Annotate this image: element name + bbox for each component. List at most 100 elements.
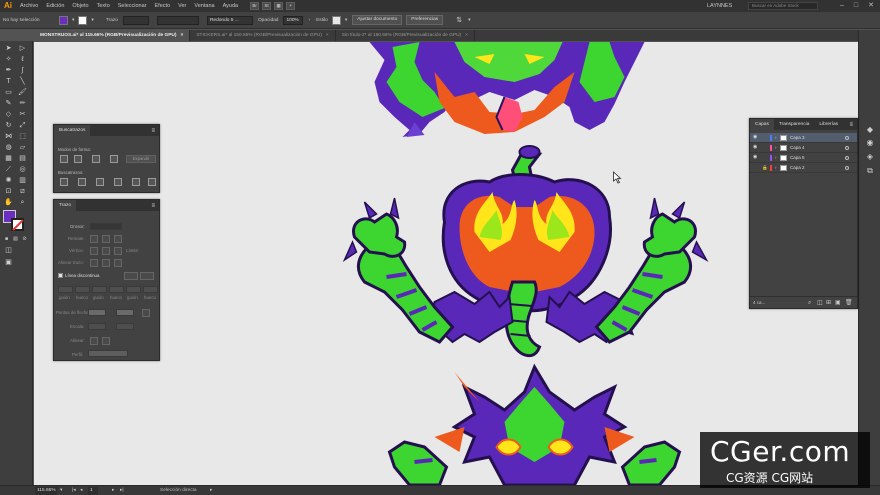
variable-width-field[interactable]	[156, 15, 199, 25]
artboard-icon[interactable]: ⊡	[4, 187, 13, 196]
end-arrowhead-field[interactable]	[116, 309, 134, 316]
arrow-tip-icon[interactable]	[90, 337, 98, 345]
layer-row[interactable]: ◉ › Capa 4	[750, 143, 857, 153]
artboard-number-field[interactable]: 1	[88, 487, 98, 495]
free-transform-icon[interactable]: ⬚	[18, 132, 27, 141]
stroke-weight-field[interactable]	[122, 15, 149, 25]
tab-trazo[interactable]: Trazo	[54, 200, 77, 211]
chevron-right-icon[interactable]: ›	[775, 163, 777, 173]
layer-row[interactable]: 🔒 › Capa 2	[750, 163, 857, 173]
lock-icon[interactable]: 🔒	[762, 163, 768, 173]
appearance-icon[interactable]: ◉	[865, 138, 875, 148]
menu-ayuda[interactable]: Ayuda	[219, 0, 243, 12]
expand-button[interactable]: Expandir	[126, 155, 156, 163]
layer-row[interactable]: ◉ › Capa 5	[750, 153, 857, 163]
minus-front-icon[interactable]	[74, 155, 82, 163]
locate-object-icon[interactable]: ⌕	[808, 297, 811, 309]
round-join-icon[interactable]	[102, 247, 110, 255]
align-inside-icon[interactable]	[102, 259, 110, 267]
minus-back-icon[interactable]	[148, 178, 156, 186]
chevron-down-icon[interactable]: ▾	[69, 18, 77, 23]
layer-name[interactable]: Capa 3	[790, 133, 805, 143]
curvature-icon[interactable]: ∫	[18, 66, 27, 75]
pencil-icon[interactable]: ✏	[18, 99, 27, 108]
document-setup-button[interactable]: Ajustar documento	[352, 15, 403, 25]
symbol-sprayer-icon[interactable]: ✺	[4, 176, 13, 185]
lasso-icon[interactable]: ℓ	[18, 55, 27, 64]
next-page-icon[interactable]: ▸	[112, 486, 114, 495]
slice-icon[interactable]: ⧄	[18, 187, 27, 196]
color-mode-icon[interactable]: ■	[2, 235, 11, 244]
magic-wand-icon[interactable]: ✧	[4, 55, 13, 64]
chevron-right-icon[interactable]: ›	[305, 18, 313, 23]
blend-icon[interactable]: ◎	[18, 165, 27, 174]
outline-icon[interactable]	[132, 178, 140, 186]
menu-texto[interactable]: Texto	[93, 0, 114, 12]
menu-ver[interactable]: Ver	[174, 0, 190, 12]
panel-menu-icon[interactable]: ≡	[151, 128, 159, 134]
layer-name[interactable]: Capa 4	[790, 143, 805, 153]
width-icon[interactable]: ⋈	[4, 132, 13, 141]
stroke-swatch[interactable]	[78, 15, 88, 25]
chevron-right-icon[interactable]: ›	[775, 133, 777, 143]
target-icon[interactable]	[845, 135, 849, 140]
last-page-icon[interactable]: ▸|	[120, 486, 124, 495]
tab-sin-titulo-2[interactable]: Sin título-2* al 150.58% (RGB/Previsuali…	[336, 30, 475, 41]
maximize-button[interactable]: □	[854, 0, 858, 12]
paintbrush-icon[interactable]: 🖌	[18, 88, 27, 97]
user-account[interactable]: LAYNNES	[707, 0, 732, 12]
line-icon[interactable]: ╲	[18, 77, 27, 86]
panel-menu-icon[interactable]: ≡	[849, 122, 857, 128]
mesh-icon[interactable]: ▦	[4, 154, 13, 163]
divide-icon[interactable]	[60, 178, 68, 186]
trim-icon[interactable]	[78, 178, 86, 186]
target-icon[interactable]	[845, 165, 849, 170]
screen-mode-icon[interactable]: ▣	[4, 258, 13, 267]
none-mode-icon[interactable]: ⊘	[20, 235, 29, 244]
direct-selection-icon[interactable]: ▷	[18, 44, 27, 53]
tab-transparencia[interactable]: Transparencia	[774, 119, 814, 130]
gradient-icon[interactable]: ▤	[18, 154, 27, 163]
new-sublayer-icon[interactable]: ⊞	[826, 297, 831, 309]
merge-icon[interactable]	[96, 178, 104, 186]
stock-button[interactable]: St	[262, 2, 272, 10]
trash-icon[interactable]: 🗑	[845, 297, 853, 309]
stroke-label[interactable]: Trazo	[103, 18, 121, 23]
menu-ventana[interactable]: Ventana	[190, 0, 218, 12]
style-swatch[interactable]	[331, 15, 341, 25]
chevron-down-icon[interactable]: ▾	[342, 18, 350, 23]
exclude-icon[interactable]	[110, 155, 118, 163]
close-icon[interactable]: ×	[465, 30, 468, 41]
first-page-icon[interactable]: |◂	[72, 486, 76, 495]
projecting-cap-icon[interactable]	[114, 235, 122, 243]
zoom-icon[interactable]: ⌕	[18, 198, 27, 207]
gpu-performance-icon[interactable]: ⚡	[286, 2, 296, 10]
rectangle-icon[interactable]: ▭	[4, 88, 13, 97]
eye-icon[interactable]: ◉	[753, 133, 757, 143]
menu-efecto[interactable]: Efecto	[151, 0, 175, 12]
chevron-right-icon[interactable]: ›	[775, 143, 777, 153]
shape-builder-icon[interactable]: ◍	[4, 143, 13, 152]
arrange-documents-icon[interactable]: ▦	[274, 2, 284, 10]
intersect-icon[interactable]	[92, 155, 100, 163]
start-arrowhead-field[interactable]	[88, 309, 106, 316]
arrange-icon[interactable]: ⇅	[453, 16, 465, 24]
arrow-end-icon[interactable]	[102, 337, 110, 345]
miter-join-icon[interactable]	[90, 247, 98, 255]
dash-field-2[interactable]	[92, 286, 107, 293]
rotate-icon[interactable]: ↻	[4, 121, 13, 130]
end-scale-field[interactable]	[116, 323, 134, 330]
scale-icon[interactable]: ⤢	[18, 121, 27, 130]
menu-edicion[interactable]: Edición	[42, 0, 68, 12]
tab-stickers[interactable]: STICKERS.ai* al 150.55% (RGB/Previsualiz…	[190, 30, 336, 41]
libraries-icon[interactable]: ◆	[865, 125, 875, 135]
stroke-color-box[interactable]	[11, 218, 24, 231]
close-icon[interactable]: ×	[326, 30, 329, 41]
preferences-button[interactable]: Preferencias	[406, 15, 444, 25]
gap-field-1[interactable]	[75, 286, 90, 293]
layer-row[interactable]: ◉ › Capa 3	[750, 133, 857, 143]
layer-name[interactable]: Capa 2	[790, 163, 805, 173]
layers-icon[interactable]: ◈	[865, 152, 875, 162]
panel-menu-icon[interactable]: ≡	[151, 203, 159, 209]
target-icon[interactable]	[845, 145, 849, 150]
